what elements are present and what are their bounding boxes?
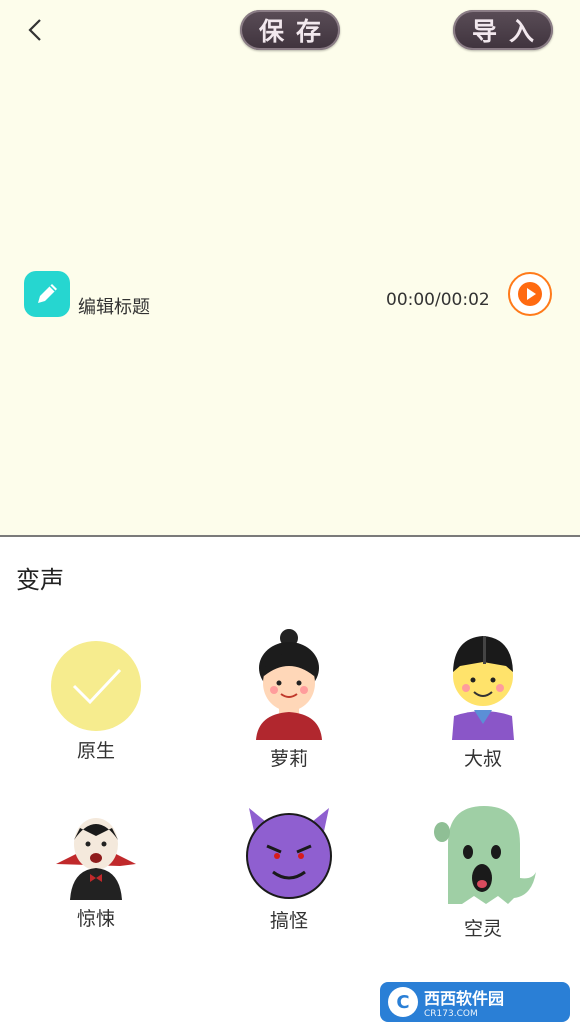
voice-option-loli[interactable]: 萝莉: [219, 628, 359, 771]
pencil-icon: [38, 284, 57, 303]
save-button-label: 保存: [258, 17, 333, 46]
voice-label: 搞怪: [269, 910, 308, 932]
voice-label: 大叔: [463, 748, 502, 770]
voice-label: 空灵: [463, 918, 502, 940]
back-button[interactable]: [20, 12, 54, 48]
edit-title-button[interactable]: [24, 271, 70, 317]
watermark-icon: C: [388, 987, 418, 1017]
voice-option-ethereal[interactable]: 空灵: [413, 800, 553, 941]
check-icon: [51, 641, 141, 731]
devil-avatar-icon: [246, 808, 332, 899]
voice-option-original[interactable]: 原生: [26, 640, 166, 763]
voice-label: 原生: [76, 740, 115, 762]
watermark-logo: C 西西软件园 CR173.COM: [380, 982, 570, 1022]
voice-section-title: 变声: [16, 566, 64, 594]
section-divider: [0, 535, 580, 537]
import-button[interactable]: 导入: [453, 10, 553, 50]
save-button[interactable]: 保存: [240, 10, 340, 50]
play-button[interactable]: [508, 272, 552, 316]
watermark-text: 西西软件园: [424, 989, 505, 1008]
voice-label: 惊悚: [76, 908, 115, 930]
playback-time: 00:00/00:02: [386, 290, 490, 310]
voice-option-uncle[interactable]: 大叔: [413, 628, 553, 771]
import-button-label: 导入: [471, 17, 546, 46]
voice-option-funny[interactable]: 搞怪: [219, 806, 359, 933]
boy-avatar-icon: [452, 636, 514, 740]
title-label[interactable]: 编辑标题: [78, 293, 150, 319]
ghost-avatar-icon: [434, 806, 536, 904]
vampire-avatar-icon: [56, 818, 136, 900]
watermark-sub: CR173.COM: [424, 1009, 478, 1019]
girl-avatar-icon: [256, 629, 322, 740]
recording-title-row: 编辑标题 00:00/00:02: [0, 268, 580, 328]
play-icon: [518, 282, 542, 306]
voice-label: 萝莉: [269, 748, 308, 770]
chevron-left-icon: [28, 19, 41, 41]
voice-option-horror[interactable]: 惊悚: [26, 804, 166, 931]
